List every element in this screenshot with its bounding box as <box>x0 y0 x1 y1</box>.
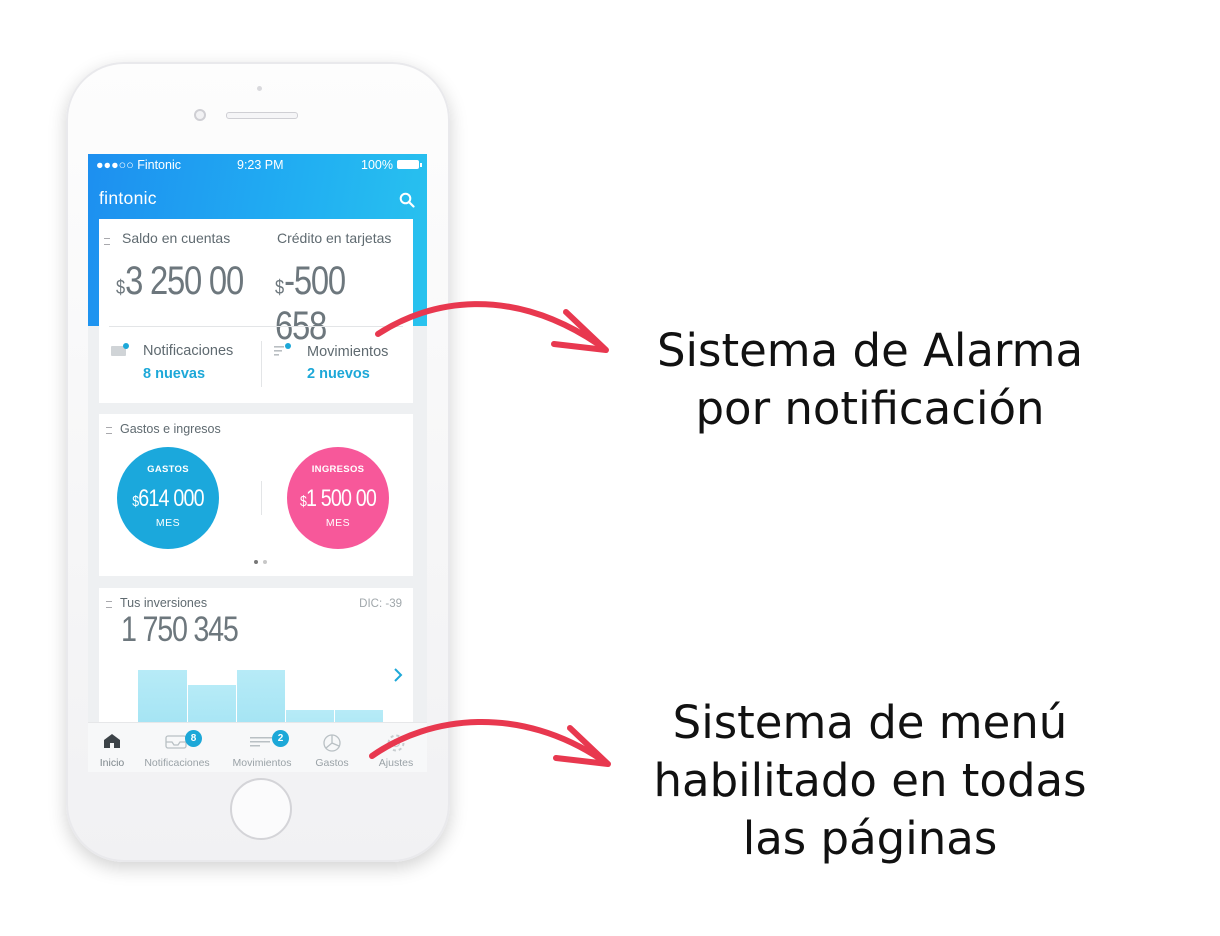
alarm-callout-line: por notificación <box>695 382 1045 435</box>
menu-callout-line: las páginas <box>742 812 998 865</box>
menu-callout-line: habilitado en todas <box>653 754 1087 807</box>
menu-callout: Sistema de menú habilitado en todas las … <box>600 694 1140 868</box>
menu-callout-line: Sistema de menú <box>672 696 1068 749</box>
alarm-callout-line: Sistema de Alarma <box>656 324 1084 377</box>
alarm-callout: Sistema de Alarma por notificación <box>600 322 1140 438</box>
